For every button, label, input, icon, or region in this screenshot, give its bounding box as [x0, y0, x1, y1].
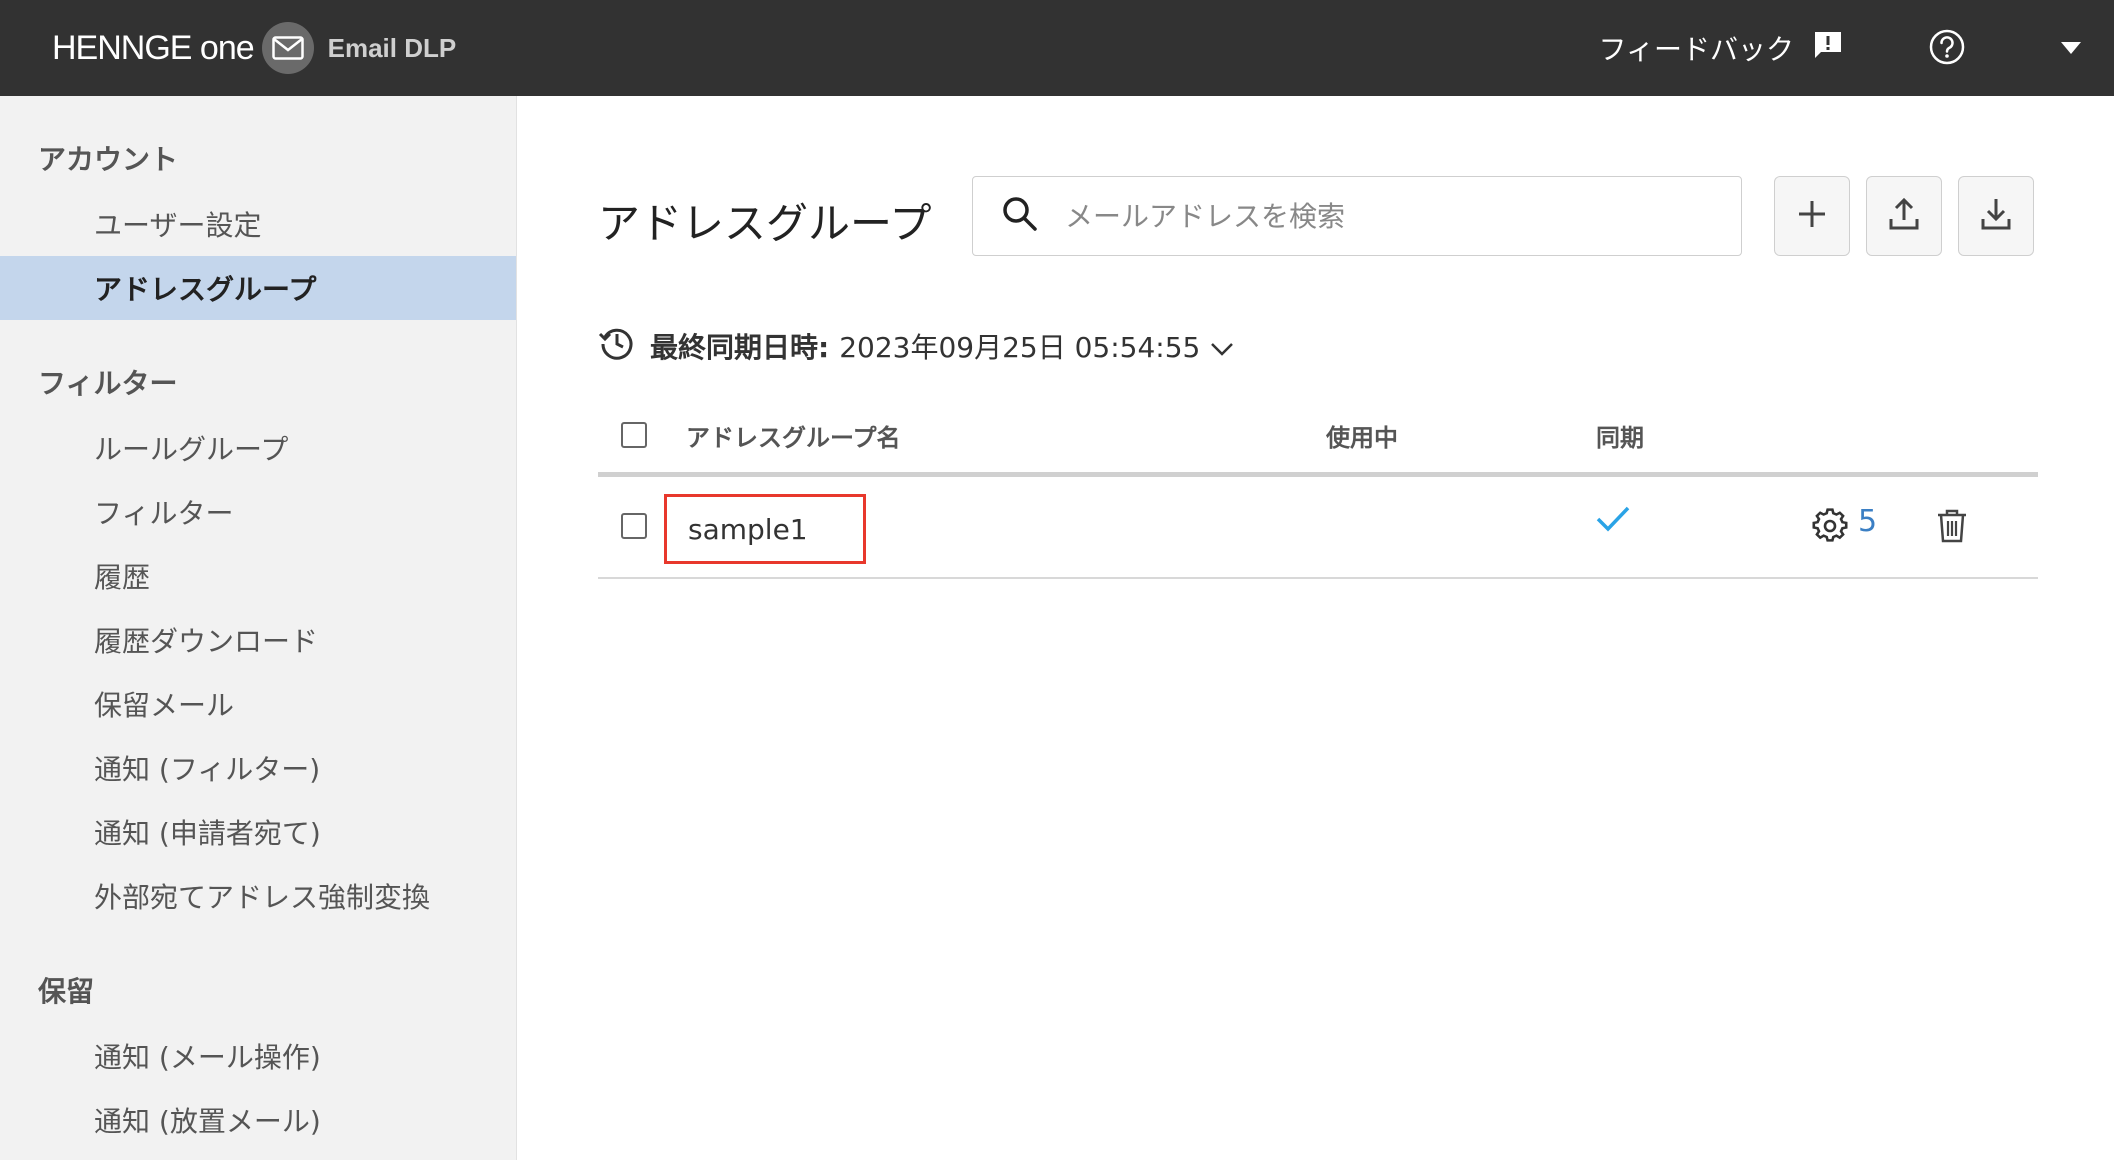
sidebar-item-notify-idle-mail[interactable]: 通知 (放置メール)	[0, 1088, 516, 1152]
column-header-name[interactable]: アドレスグループ名	[686, 418, 901, 453]
last-sync-label: 最終同期日時:	[650, 331, 830, 364]
add-icon	[1797, 199, 1827, 233]
sidebar-item-address-group[interactable]: アドレスグループ	[0, 256, 516, 320]
sync-check-icon	[1596, 506, 1630, 536]
upload-button[interactable]	[1866, 176, 1942, 256]
sidebar-item-history-download[interactable]: 履歴ダウンロード	[0, 608, 516, 672]
brand[interactable]: HENNGE one Email DLP	[52, 22, 456, 74]
add-button[interactable]	[1774, 176, 1850, 256]
trash-icon[interactable]	[1936, 508, 1968, 548]
feedback-button[interactable]: フィードバック	[1599, 24, 1844, 72]
caret-down-icon[interactable]	[2060, 40, 2082, 59]
help-icon[interactable]	[1928, 28, 1966, 70]
select-all-checkbox[interactable]	[621, 422, 647, 448]
brand-name: HENNGE one	[52, 28, 255, 67]
search-box[interactable]	[972, 176, 1742, 256]
search-input[interactable]	[1065, 199, 1705, 233]
top-bar: HENNGE one Email DLP フィードバック	[0, 0, 2114, 96]
column-header-sync[interactable]: 同期	[1596, 418, 1644, 453]
sync-history-icon	[598, 324, 636, 369]
feedback-label: フィードバック	[1598, 33, 1794, 66]
search-icon	[1001, 195, 1039, 237]
page-title: アドレスグループ	[598, 199, 932, 248]
section-title-hold: 保留	[38, 975, 95, 1008]
gear-icon[interactable]	[1812, 508, 1848, 548]
sidebar-item-external-address-conversion[interactable]: 外部宛てアドレス強制変換	[0, 864, 516, 928]
feedback-icon	[1812, 29, 1844, 68]
sidebar-item-filter[interactable]: フィルター	[0, 480, 516, 544]
settings-count-link[interactable]: 5	[1858, 504, 1877, 539]
download-button[interactable]	[1958, 176, 2034, 256]
sidebar-item-notify-applicant[interactable]: 通知 (申請者宛て)	[0, 800, 516, 864]
column-header-in-use[interactable]: 使用中	[1326, 418, 1398, 453]
sidebar-item-held-mail[interactable]: 保留メール	[0, 672, 516, 736]
sidebar-item-notify-mail-operation[interactable]: 通知 (メール操作)	[0, 1024, 516, 1088]
last-sync-row[interactable]: 最終同期日時: 2023年09月25日 05:54:55	[598, 322, 1234, 370]
table-header-divider	[598, 472, 2038, 477]
upload-icon	[1889, 197, 1919, 235]
sidebar-item-notify-filter[interactable]: 通知 (フィルター)	[0, 736, 516, 800]
sidebar-item-user-settings[interactable]: ユーザー設定	[0, 192, 516, 256]
address-group-name-cell[interactable]: sample1	[664, 494, 866, 564]
row-checkbox[interactable]	[621, 513, 647, 539]
download-icon	[1981, 197, 2011, 235]
sidebar-item-rule-group[interactable]: ルールグループ	[0, 416, 516, 480]
last-sync-value: 2023年09月25日 05:54:55	[839, 331, 1201, 364]
product-name: Email DLP	[327, 32, 457, 63]
row-divider	[598, 577, 2038, 579]
section-title-account: アカウント	[38, 143, 179, 176]
chevron-down-icon[interactable]	[1210, 330, 1234, 363]
sidebar-item-history[interactable]: 履歴	[0, 544, 516, 608]
address-group-name: sample1	[688, 512, 808, 546]
sidebar: アカウント ユーザー設定 アドレスグループ フィルター ルールグループ フィルタ…	[0, 96, 517, 1160]
mail-logo-icon	[261, 22, 314, 74]
section-title-filter: フィルター	[38, 367, 178, 400]
